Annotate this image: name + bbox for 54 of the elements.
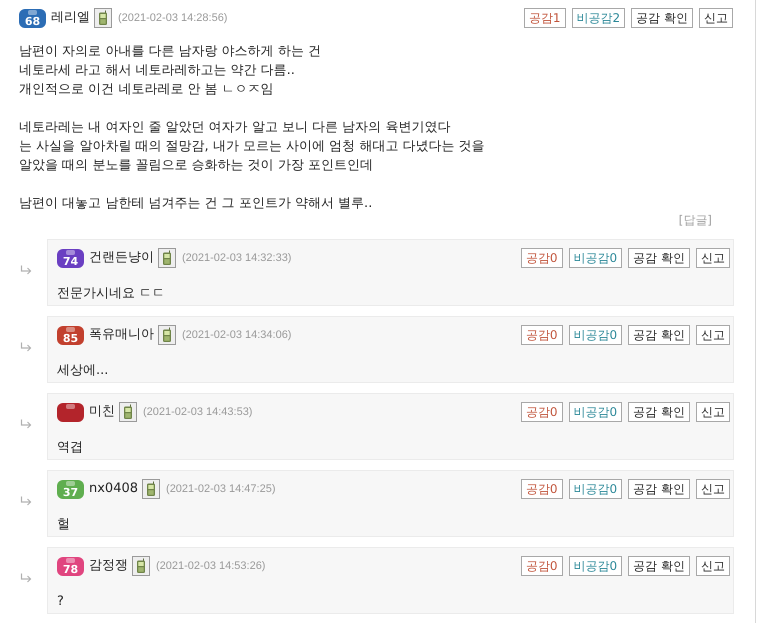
reply-arrow-icon <box>20 342 32 352</box>
author-name[interactable]: 미친 <box>89 402 115 422</box>
like-button[interactable]: 공감0 <box>520 479 563 499</box>
like-check-button[interactable]: 공감 확인 <box>628 402 690 422</box>
level-number: 85 <box>62 332 78 344</box>
report-button[interactable]: 신고 <box>696 248 730 268</box>
dislike-button[interactable]: 비공감0 <box>568 325 622 345</box>
reply-text: 전문가시네요 ㄷㄷ <box>57 285 166 303</box>
author-name[interactable]: 레리엘 <box>51 8 90 28</box>
like-button[interactable]: 공감1 <box>524 8 566 28</box>
reply-text: ? <box>57 593 65 611</box>
comment-date: (2021-02-03 14:47:25) <box>166 482 276 497</box>
comment-date: (2021-02-03 14:34:06) <box>182 328 292 343</box>
level-number: 74 <box>62 256 78 266</box>
comment-date: (2021-02-03 14:32:33) <box>182 250 292 266</box>
reply-arrow-icon <box>20 573 32 583</box>
reply-arrow-icon <box>20 496 32 506</box>
reply-text: 역겹 <box>57 439 84 457</box>
reply-arrow-icon <box>20 265 32 275</box>
level-number: 37 <box>62 486 78 498</box>
comment-text: 남편이 자의로 아내를 다른 남자랑 야스하게 하는 건 네토라세 라고 해서 네토라레하고는 약간 다름.. 개인적으로 이건 네토라레로 안 봄 ㄴㅇㅈ임 <box>19 43 322 99</box>
report-button[interactable]: 신고 <box>696 325 730 345</box>
like-button[interactable]: 공감0 <box>520 556 563 576</box>
comment-date: (2021-02-03 14:53:26) <box>156 558 266 574</box>
dislike-button[interactable]: 비공감2 <box>572 8 626 28</box>
dislike-button[interactable]: 비공감0 <box>568 556 622 576</box>
like-button[interactable]: 공감0 <box>520 325 563 345</box>
reply-text: 헐 <box>57 516 71 534</box>
comment-text: 남편이 대놓고 남한테 넘겨주는 건 그 포인트가 약해서 별루.. <box>19 195 374 213</box>
comment-date: (2021-02-03 14:43:53) <box>143 404 252 420</box>
comment-text: 네토라레는 내 여자인 줄 알았던 여자가 알고 보니 다른 남자의 육변기였다 는 사실을 알아차릴 때의 절망감, 내가 모르는 사이에 엄청 해대고 다녔다는 것을 알았을 때의 분노를 꼴림으로 승화하는 것이 가장 포인트인데 <box>19 119 486 175</box>
dislike-button[interactable]: 비공감0 <box>568 402 622 422</box>
author-name[interactable]: 건랜든냥이 <box>89 248 154 268</box>
like-check-button[interactable]: 공감 확인 <box>628 556 690 576</box>
level-number: 78 <box>62 564 78 574</box>
report-button[interactable]: 신고 <box>696 479 730 499</box>
dislike-button[interactable]: 비공감0 <box>568 479 622 499</box>
author-name[interactable]: 폭유매니아 <box>89 325 154 345</box>
dislike-button[interactable]: 비공감0 <box>568 248 622 268</box>
author-name[interactable]: 감정쟁 <box>89 556 128 576</box>
author-name[interactable]: nx0408 <box>89 479 138 499</box>
level-number: 68 <box>24 16 40 26</box>
like-check-button[interactable]: 공감 확인 <box>628 325 690 345</box>
like-check-button[interactable]: 공감 확인 <box>628 248 690 268</box>
reply-text: 세상에... <box>57 362 110 380</box>
report-button[interactable]: 신고 <box>696 402 730 422</box>
like-check-button[interactable]: 공감 확인 <box>631 8 693 28</box>
reply-arrow-icon <box>20 419 32 429</box>
comment-date: (2021-02-03 14:28:56) <box>118 10 228 26</box>
report-button[interactable]: 신고 <box>696 556 730 576</box>
like-check-button[interactable]: 공감 확인 <box>628 479 690 499</box>
like-button[interactable]: 공감0 <box>520 402 563 422</box>
like-button[interactable]: 공감0 <box>520 248 563 268</box>
report-button[interactable]: 신고 <box>699 8 733 28</box>
